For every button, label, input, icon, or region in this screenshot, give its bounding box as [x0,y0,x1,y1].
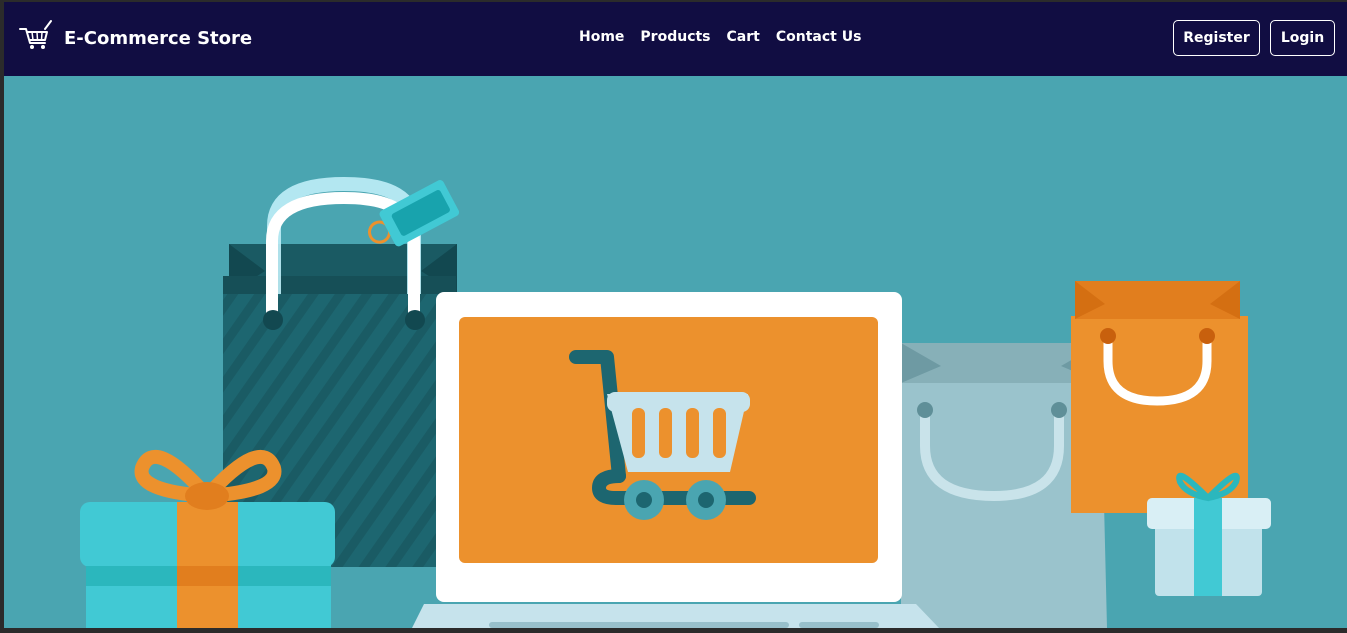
nav-products[interactable]: Products [640,29,710,45]
hero-illustration [4,76,1347,628]
nav-cart[interactable]: Cart [727,29,760,45]
bottom-edge [0,628,1347,633]
browser-viewport: E-Commerce Store Home Products Cart Cont… [4,2,1347,628]
orange-shopping-bag [1071,281,1248,513]
register-button[interactable]: Register [1173,20,1260,56]
brand-title: E-Commerce Store [64,27,253,49]
login-button[interactable]: Login [1270,20,1335,56]
nav-home[interactable]: Home [579,29,624,45]
navbar: E-Commerce Store Home Products Cart Cont… [4,2,1347,76]
nav-links: Home Products Cart Contact Us [579,29,877,45]
nav-contact-us[interactable]: Contact Us [776,29,862,45]
shopping-cart-icon [18,19,52,57]
brand[interactable]: E-Commerce Store [18,19,253,57]
